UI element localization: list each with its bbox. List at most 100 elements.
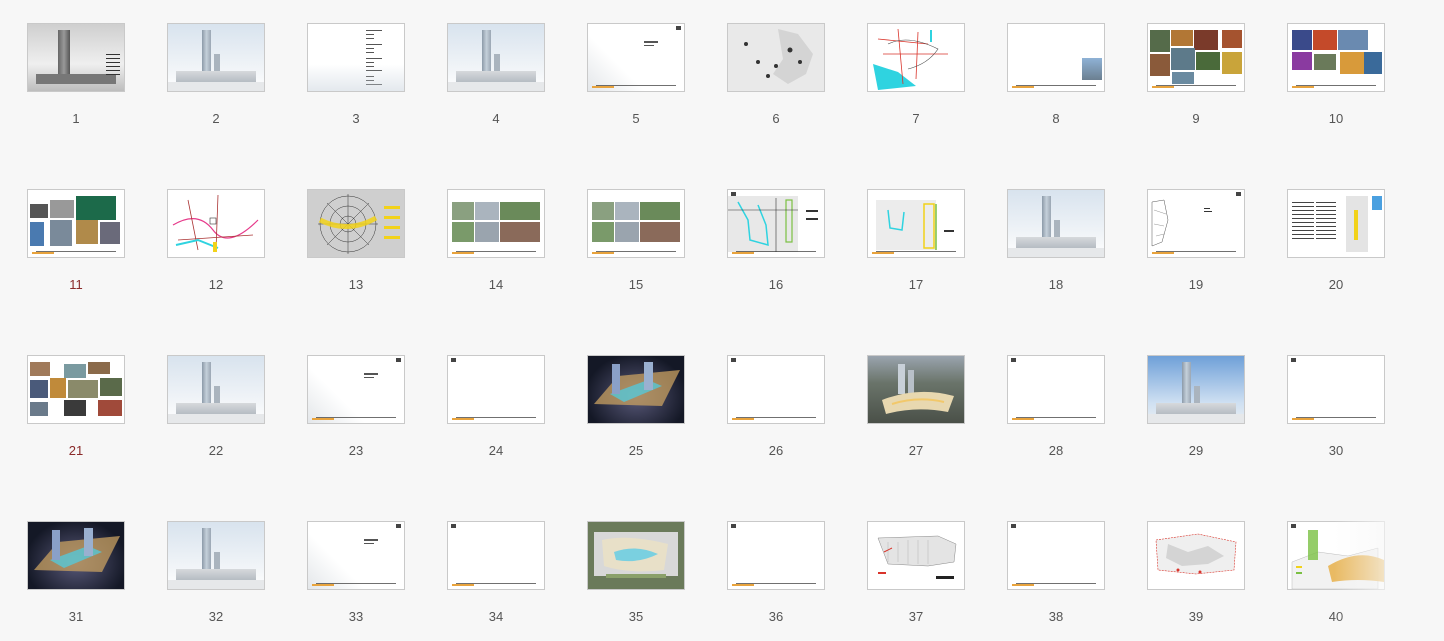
slide-preview[interactable] <box>1147 189 1245 258</box>
slide-preview[interactable] <box>727 355 825 424</box>
collage-photo <box>1292 30 1312 50</box>
slide-thumbnail[interactable]: 34 <box>447 521 545 641</box>
slide-thumbnail[interactable]: 12 <box>167 189 265 309</box>
slide-thumbnail[interactable]: 18 <box>1007 189 1105 309</box>
slide-thumbnail[interactable]: 32 <box>167 521 265 641</box>
slide-thumbnail[interactable]: 17 <box>867 189 965 309</box>
slide-number: 9 <box>1192 111 1200 126</box>
slide-preview[interactable] <box>307 189 405 258</box>
slide-footer-mark <box>452 418 474 420</box>
slide-thumbnail[interactable]: 1 <box>27 23 125 143</box>
slide-number: 20 <box>1328 277 1344 292</box>
slide-number: 16 <box>768 277 784 292</box>
text-line <box>1316 234 1336 235</box>
slide-preview[interactable] <box>167 189 265 258</box>
slide-thumbnail[interactable]: 14 <box>447 189 545 309</box>
slide-thumbnail[interactable]: 15 <box>587 189 685 309</box>
slide-preview[interactable] <box>1287 355 1385 424</box>
slide-thumbnail[interactable]: 4 <box>447 23 545 143</box>
text-line <box>1292 210 1314 211</box>
slide-preview[interactable] <box>1007 521 1105 590</box>
slide-preview[interactable] <box>587 355 685 424</box>
slide-thumbnail[interactable]: 31 <box>27 521 125 641</box>
slide-preview[interactable] <box>587 521 685 590</box>
slide-thumbnail[interactable]: 6 <box>727 23 825 143</box>
slide-thumbnail[interactable]: 33 <box>307 521 405 641</box>
slide-thumbnail[interactable]: 13 <box>307 189 405 309</box>
slide-preview[interactable] <box>1147 521 1245 590</box>
slide-preview[interactable] <box>167 521 265 590</box>
slide-thumbnail[interactable]: 10 <box>1287 23 1385 143</box>
slide-thumbnail[interactable]: 3 <box>307 23 405 143</box>
slide-preview[interactable] <box>167 23 265 92</box>
slide-thumbnail[interactable]: 26 <box>727 355 825 475</box>
logo <box>1236 192 1241 196</box>
slide-preview[interactable] <box>867 23 965 92</box>
slide-preview[interactable] <box>587 23 685 92</box>
slide-thumbnail[interactable]: 16 <box>727 189 825 309</box>
slide-number: 1 <box>72 111 80 126</box>
slide-thumbnail[interactable]: 27 <box>867 355 965 475</box>
slide-preview[interactable] <box>1287 189 1385 258</box>
slide-thumbnail[interactable]: 36 <box>727 521 825 641</box>
text-line <box>1316 210 1336 211</box>
slide-thumbnail[interactable]: 30 <box>1287 355 1385 475</box>
slide-thumbnail[interactable]: 11 <box>27 189 125 309</box>
slide-preview[interactable] <box>1287 23 1385 92</box>
text-line <box>1292 206 1314 207</box>
slide-thumbnail[interactable]: 38 <box>1007 521 1105 641</box>
slide-preview[interactable] <box>447 23 545 92</box>
slide-thumbnail[interactable]: 37 <box>867 521 965 641</box>
tower-building <box>1182 362 1191 406</box>
slide-number: 26 <box>768 443 784 458</box>
slide-preview[interactable] <box>867 521 965 590</box>
slide-thumbnail[interactable]: 39 <box>1147 521 1245 641</box>
slide-thumbnail[interactable]: 8 <box>1007 23 1105 143</box>
slide-preview[interactable] <box>587 189 685 258</box>
slide-thumbnail[interactable]: 35 <box>587 521 685 641</box>
slide-thumbnail[interactable]: 40 <box>1287 521 1385 641</box>
slide-thumbnail[interactable]: 21 <box>27 355 125 475</box>
slide-preview[interactable] <box>867 189 965 258</box>
slide-preview[interactable] <box>27 521 125 590</box>
slide-thumbnail[interactable]: 7 <box>867 23 965 143</box>
slide-preview[interactable] <box>307 521 405 590</box>
slide-thumbnail[interactable]: 19 <box>1147 189 1245 309</box>
collage-photo <box>1313 30 1337 50</box>
slide-preview[interactable] <box>307 355 405 424</box>
slide-preview[interactable] <box>727 189 825 258</box>
collage-photo <box>1196 52 1220 70</box>
podium-building <box>176 71 256 82</box>
slide-drawing <box>873 28 948 90</box>
slide-thumbnail[interactable]: 20 <box>1287 189 1385 309</box>
slide-preview[interactable] <box>27 23 125 92</box>
slide-preview[interactable] <box>167 355 265 424</box>
slide-thumbnail[interactable]: 29 <box>1147 355 1245 475</box>
slide-preview[interactable] <box>727 521 825 590</box>
collage-photo <box>30 222 44 246</box>
slide-preview[interactable] <box>1287 521 1385 590</box>
podium-building <box>1156 403 1236 414</box>
slide-thumbnail[interactable]: 28 <box>1007 355 1105 475</box>
slide-preview[interactable] <box>1007 189 1105 258</box>
slide-preview[interactable] <box>27 355 125 424</box>
slide-preview[interactable] <box>727 23 825 92</box>
slide-thumbnail[interactable]: 5 <box>587 23 685 143</box>
slide-thumbnail[interactable]: 9 <box>1147 23 1245 143</box>
slide-preview[interactable] <box>1147 23 1245 92</box>
slide-thumbnail[interactable]: 23 <box>307 355 405 475</box>
slide-thumbnail[interactable]: 24 <box>447 355 545 475</box>
slide-preview[interactable] <box>27 189 125 258</box>
slide-thumbnail[interactable]: 25 <box>587 355 685 475</box>
slide-preview[interactable] <box>1147 355 1245 424</box>
slide-preview[interactable] <box>1007 355 1105 424</box>
slide-preview[interactable] <box>447 521 545 590</box>
slide-preview[interactable] <box>867 355 965 424</box>
slide-preview[interactable] <box>447 355 545 424</box>
slide-preview[interactable] <box>447 189 545 258</box>
slide-preview[interactable] <box>1007 23 1105 92</box>
slide-thumbnail[interactable]: 2 <box>167 23 265 143</box>
slide-number: 40 <box>1328 609 1344 624</box>
slide-thumbnail[interactable]: 22 <box>167 355 265 475</box>
slide-preview[interactable] <box>307 23 405 92</box>
